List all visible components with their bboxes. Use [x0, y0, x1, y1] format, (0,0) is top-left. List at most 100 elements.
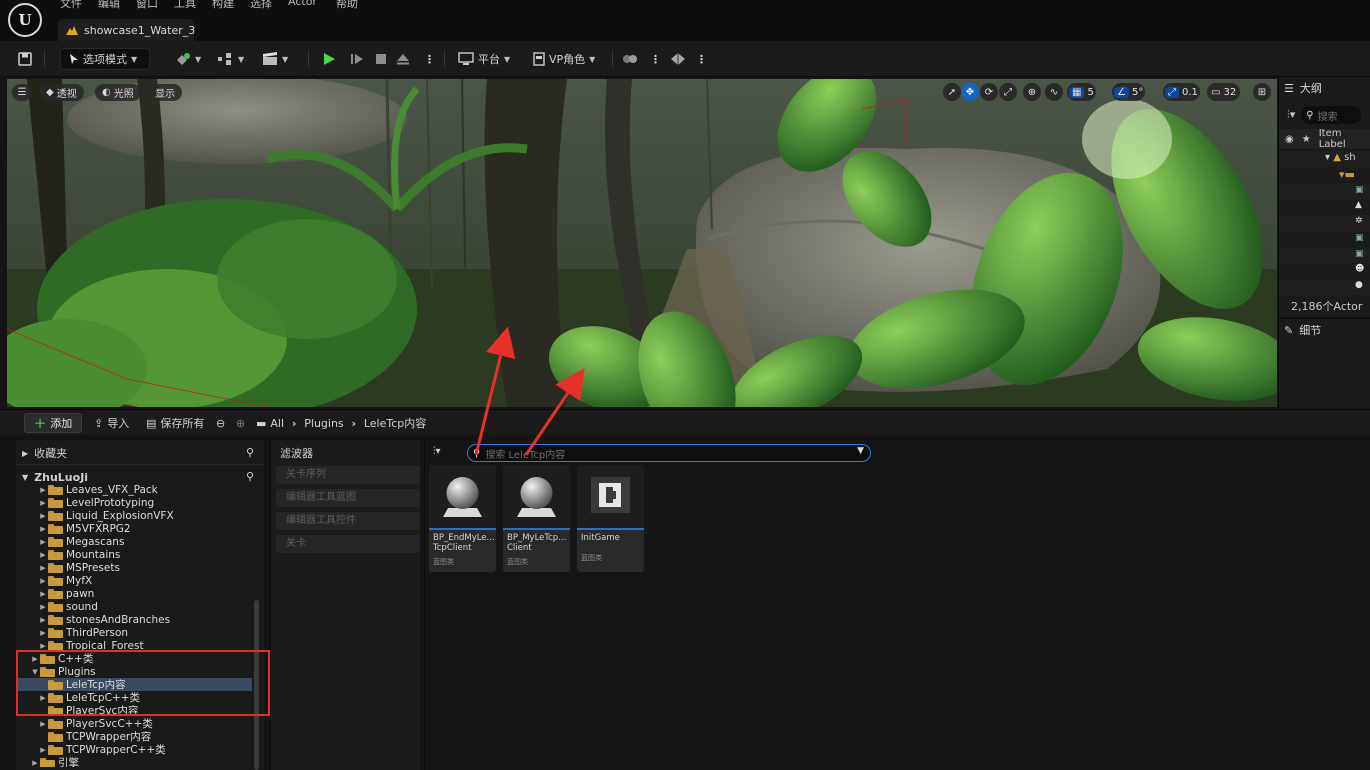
- blueprint-menu-button[interactable]: ▼: [218, 48, 244, 70]
- modeling-button[interactable]: [670, 48, 686, 70]
- expand-arrow-icon[interactable]: ▶: [38, 694, 48, 702]
- tree-folder-item[interactable]: ▶ Leaves_VFX_Pack: [16, 483, 252, 496]
- favorites-section[interactable]: ▶ 收藏夹 ⚲: [16, 442, 264, 464]
- menu-select[interactable]: 选择: [250, 0, 272, 10]
- menu-file[interactable]: 文件: [60, 0, 82, 10]
- perspective-button[interactable]: ◆ 透视: [39, 84, 84, 101]
- expand-arrow-icon[interactable]: ▶: [38, 499, 48, 507]
- tree-folder-item[interactable]: ▶ Liquid_ExplosionVFX: [16, 509, 252, 522]
- tree-folder-item[interactable]: ▶ M5VFXRPG2: [16, 522, 252, 535]
- collapse-arrow-icon[interactable]: ▼: [30, 668, 40, 676]
- filter-editor-utility-blueprint[interactable]: 编辑器工具蓝图: [276, 489, 420, 507]
- cinematics-menu-button[interactable]: ▼: [262, 48, 288, 70]
- filter-level[interactable]: 关卡: [276, 535, 420, 553]
- rotate-tool-icon[interactable]: ⟳: [980, 83, 998, 101]
- import-button[interactable]: ⇪ 导入: [94, 415, 129, 431]
- outliner-row[interactable]: ✲: [1279, 215, 1370, 231]
- platforms-button[interactable]: 平台 ▼: [458, 48, 510, 70]
- expand-arrow-icon[interactable]: ▶: [38, 525, 48, 533]
- maximize-viewport-icon[interactable]: ⊞: [1253, 83, 1271, 101]
- menu-help[interactable]: 帮助: [336, 0, 358, 10]
- tree-folder-item[interactable]: ▶ pawn: [16, 587, 252, 600]
- select-tool-icon[interactable]: ➚: [943, 83, 961, 101]
- filter-editor-utility-widget[interactable]: 编辑器工具控件: [276, 512, 420, 530]
- asset-tile[interactable]: BP_EndMyLe... TcpClient 蓝图类: [429, 465, 496, 572]
- asset-tile[interactable]: InitGame 蓝图类: [577, 465, 644, 572]
- forward-button[interactable]: ⊕: [236, 415, 245, 431]
- chevron-down-icon[interactable]: ▼: [857, 446, 864, 456]
- tree-folder-item[interactable]: ▶ stonesAndBranches: [16, 613, 252, 626]
- menu-build[interactable]: 构建: [212, 0, 234, 10]
- add-button[interactable]: + 添加: [24, 413, 82, 433]
- expand-arrow-icon[interactable]: ▶: [38, 486, 48, 494]
- filter-level-sequence[interactable]: 关卡序列: [276, 466, 420, 484]
- grid-snap-toggle[interactable]: ▦ 5: [1067, 83, 1096, 101]
- expand-arrow-icon[interactable]: ▶: [30, 759, 40, 767]
- tree-folder-item[interactable]: ▶ MyfX: [16, 574, 252, 587]
- filter-menu-icon[interactable]: ⫶▾: [433, 446, 441, 457]
- asset-search-input[interactable]: ⚲ 搜索 LeleTcp内容 ▼: [467, 444, 871, 462]
- add-actor-button[interactable]: ▼: [175, 48, 201, 70]
- camera-speed-button[interactable]: ▭ 32: [1207, 83, 1241, 101]
- breadcrumb-all[interactable]: All: [270, 417, 284, 430]
- expand-arrow-icon[interactable]: ▶: [38, 577, 48, 585]
- breadcrumb-current[interactable]: LeleTcp内容: [364, 415, 426, 431]
- lighting-button[interactable]: ◐ 光照: [95, 84, 141, 101]
- menu-tools[interactable]: 工具: [174, 0, 196, 10]
- outliner-row[interactable]: ▾ ▲ sh: [1279, 151, 1370, 167]
- search-icon[interactable]: ⚲: [246, 446, 254, 459]
- tree-folder-item[interactable]: ▶ 引擎: [16, 756, 252, 767]
- vp-role-button[interactable]: VP角色 ▼: [533, 48, 595, 70]
- tree-folder-item[interactable]: ▶ Megascans: [16, 535, 252, 548]
- tree-folder-item[interactable]: ▶ C++类: [16, 652, 252, 665]
- unreal-logo-icon[interactable]: U: [8, 3, 42, 37]
- expand-arrow-icon[interactable]: ▶: [38, 538, 48, 546]
- filter-icon[interactable]: ⫶▾: [1287, 108, 1295, 122]
- tree-folder-item[interactable]: ▶ TCPWrapperC++类: [16, 743, 252, 756]
- outliner-row[interactable]: ▲: [1279, 199, 1370, 215]
- item-label-column[interactable]: Item Label: [1319, 128, 1370, 150]
- back-button[interactable]: ⊖: [216, 415, 225, 431]
- tree-folder-item[interactable]: ▶ MSPresets: [16, 561, 252, 574]
- tree-folder-item[interactable]: ▶ Tropical_Forest: [16, 639, 252, 652]
- expand-arrow-icon[interactable]: ▶: [38, 616, 48, 624]
- stop-button[interactable]: [375, 48, 387, 70]
- expand-arrow-icon[interactable]: ▶: [30, 655, 40, 663]
- outliner-row[interactable]: ▣: [1279, 231, 1370, 247]
- more-options-icon[interactable]: ⋮: [650, 48, 661, 70]
- settings-options-icon[interactable]: ⋮: [696, 48, 707, 70]
- outliner-row[interactable]: ●: [1279, 279, 1370, 295]
- world-space-icon[interactable]: ⊕: [1023, 83, 1041, 101]
- star-icon[interactable]: ★: [1302, 134, 1311, 145]
- expand-arrow-icon[interactable]: ▶: [38, 603, 48, 611]
- menu-edit[interactable]: 编辑: [98, 0, 120, 10]
- menu-window[interactable]: 窗口: [136, 0, 158, 10]
- expand-arrow-icon[interactable]: ▶: [38, 720, 48, 728]
- tree-folder-item[interactable]: ▶ ThirdPerson: [16, 626, 252, 639]
- asset-tile[interactable]: BP_MyLeTcp... Client 蓝图类: [503, 465, 570, 572]
- expand-arrow-icon[interactable]: ▶: [38, 746, 48, 754]
- tree-folder-item[interactable]: ▶ LevelPrototyping: [16, 496, 252, 509]
- expand-arrow-icon[interactable]: ▶: [38, 629, 48, 637]
- breadcrumb-plugins[interactable]: Plugins: [304, 417, 343, 430]
- selection-mode-button[interactable]: 选项模式 ▼: [60, 48, 150, 70]
- eject-button[interactable]: [396, 48, 410, 70]
- outliner-row[interactable]: ▾▬: [1279, 167, 1370, 183]
- scale-tool-icon[interactable]: ⤢: [999, 83, 1017, 101]
- tree-scrollbar[interactable]: [254, 600, 259, 770]
- menu-actor[interactable]: Actor: [288, 0, 317, 8]
- outliner-search-input[interactable]: ⚲ 搜索: [1301, 106, 1362, 124]
- rotation-snap-toggle[interactable]: ∠ 5°: [1112, 83, 1146, 101]
- expand-arrow-icon[interactable]: ▶: [38, 551, 48, 559]
- play-button[interactable]: [322, 48, 336, 70]
- level-viewport[interactable]: ☰ ◆ 透视 ◐ 光照 显示 ➚ ✥ ⟳ ⤢ ⊕ ∿ ▦ 5 ∠ 5° ⤢ 0.…: [7, 79, 1277, 407]
- tree-folder-item[interactable]: ▶ Mountains: [16, 548, 252, 561]
- expand-arrow-icon[interactable]: ▶: [38, 512, 48, 520]
- source-control-button[interactable]: [622, 48, 638, 70]
- eye-icon[interactable]: ◉: [1285, 134, 1294, 145]
- expand-arrow-icon[interactable]: ▶: [38, 564, 48, 572]
- outliner-row[interactable]: ☻: [1279, 263, 1370, 279]
- outliner-row[interactable]: ▣: [1279, 247, 1370, 263]
- level-tab[interactable]: showcase1_Water_3: [58, 19, 195, 41]
- surface-snap-icon[interactable]: ∿: [1045, 83, 1063, 101]
